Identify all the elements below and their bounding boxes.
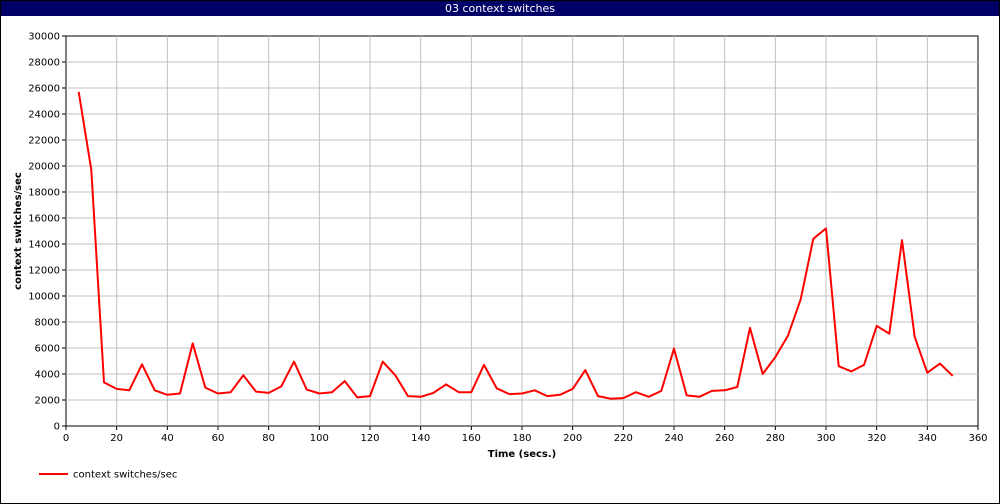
y-axis-ticks: 0 2000 4000 6000 8000 10000 12000 14000 16000 180… bbox=[28, 32, 66, 433]
x-tick-label: 360 bbox=[968, 433, 987, 444]
x-tick-label: 200 bbox=[563, 433, 582, 444]
x-tick-label: 180 bbox=[512, 433, 531, 444]
legend-label: context switches/sec bbox=[73, 470, 177, 481]
y-tick-label: 16000 bbox=[28, 214, 60, 225]
x-tick-label: 300 bbox=[816, 433, 835, 444]
x-tick-label: 100 bbox=[310, 433, 329, 444]
x-tick-label: 340 bbox=[918, 433, 937, 444]
x-tick-label: 240 bbox=[664, 433, 683, 444]
chart-window: 03 context switches 0 20 40 60 80 100 120 140 16… bbox=[0, 0, 1000, 504]
y-tick-label: 18000 bbox=[28, 188, 60, 199]
line-chart: 0 20 40 60 80 100 120 140 160 180 200 220 240 260 280 3… bbox=[13, 32, 988, 481]
y-tick-label: 6000 bbox=[35, 344, 60, 355]
x-axis-ticks: 0 20 40 60 80 100 120 140 160 180 200 220 240 260 280 3… bbox=[63, 426, 988, 444]
y-tick-label: 0 bbox=[54, 422, 60, 433]
x-tick-label: 160 bbox=[462, 433, 481, 444]
y-tick-label: 4000 bbox=[35, 370, 60, 381]
x-tick-label: 40 bbox=[161, 433, 174, 444]
y-tick-label: 12000 bbox=[28, 266, 60, 277]
y-tick-label: 8000 bbox=[35, 318, 60, 329]
y-tick-label: 2000 bbox=[35, 396, 60, 407]
x-tick-label: 280 bbox=[766, 433, 785, 444]
x-tick-label: 0 bbox=[63, 433, 69, 444]
x-axis-label: Time (secs.) bbox=[488, 449, 557, 460]
x-tick-label: 20 bbox=[110, 433, 123, 444]
y-tick-label: 10000 bbox=[28, 292, 60, 303]
y-tick-label: 28000 bbox=[28, 58, 60, 69]
y-axis-label: context switches/sec bbox=[13, 172, 24, 290]
x-tick-label: 260 bbox=[715, 433, 734, 444]
x-tick-label: 120 bbox=[360, 433, 379, 444]
y-tick-label: 20000 bbox=[28, 162, 60, 173]
x-tick-label: 220 bbox=[614, 433, 633, 444]
x-tick-label: 320 bbox=[867, 433, 886, 444]
x-tick-label: 60 bbox=[212, 433, 225, 444]
x-tick-label: 140 bbox=[411, 433, 430, 444]
y-tick-label: 14000 bbox=[28, 240, 60, 251]
y-tick-label: 22000 bbox=[28, 136, 60, 147]
x-tick-label: 80 bbox=[262, 433, 275, 444]
y-tick-label: 26000 bbox=[28, 84, 60, 95]
window-title: 03 context switches bbox=[1, 1, 999, 16]
y-tick-label: 30000 bbox=[28, 32, 60, 43]
legend: context switches/sec bbox=[39, 470, 177, 481]
y-tick-label: 24000 bbox=[28, 110, 60, 121]
